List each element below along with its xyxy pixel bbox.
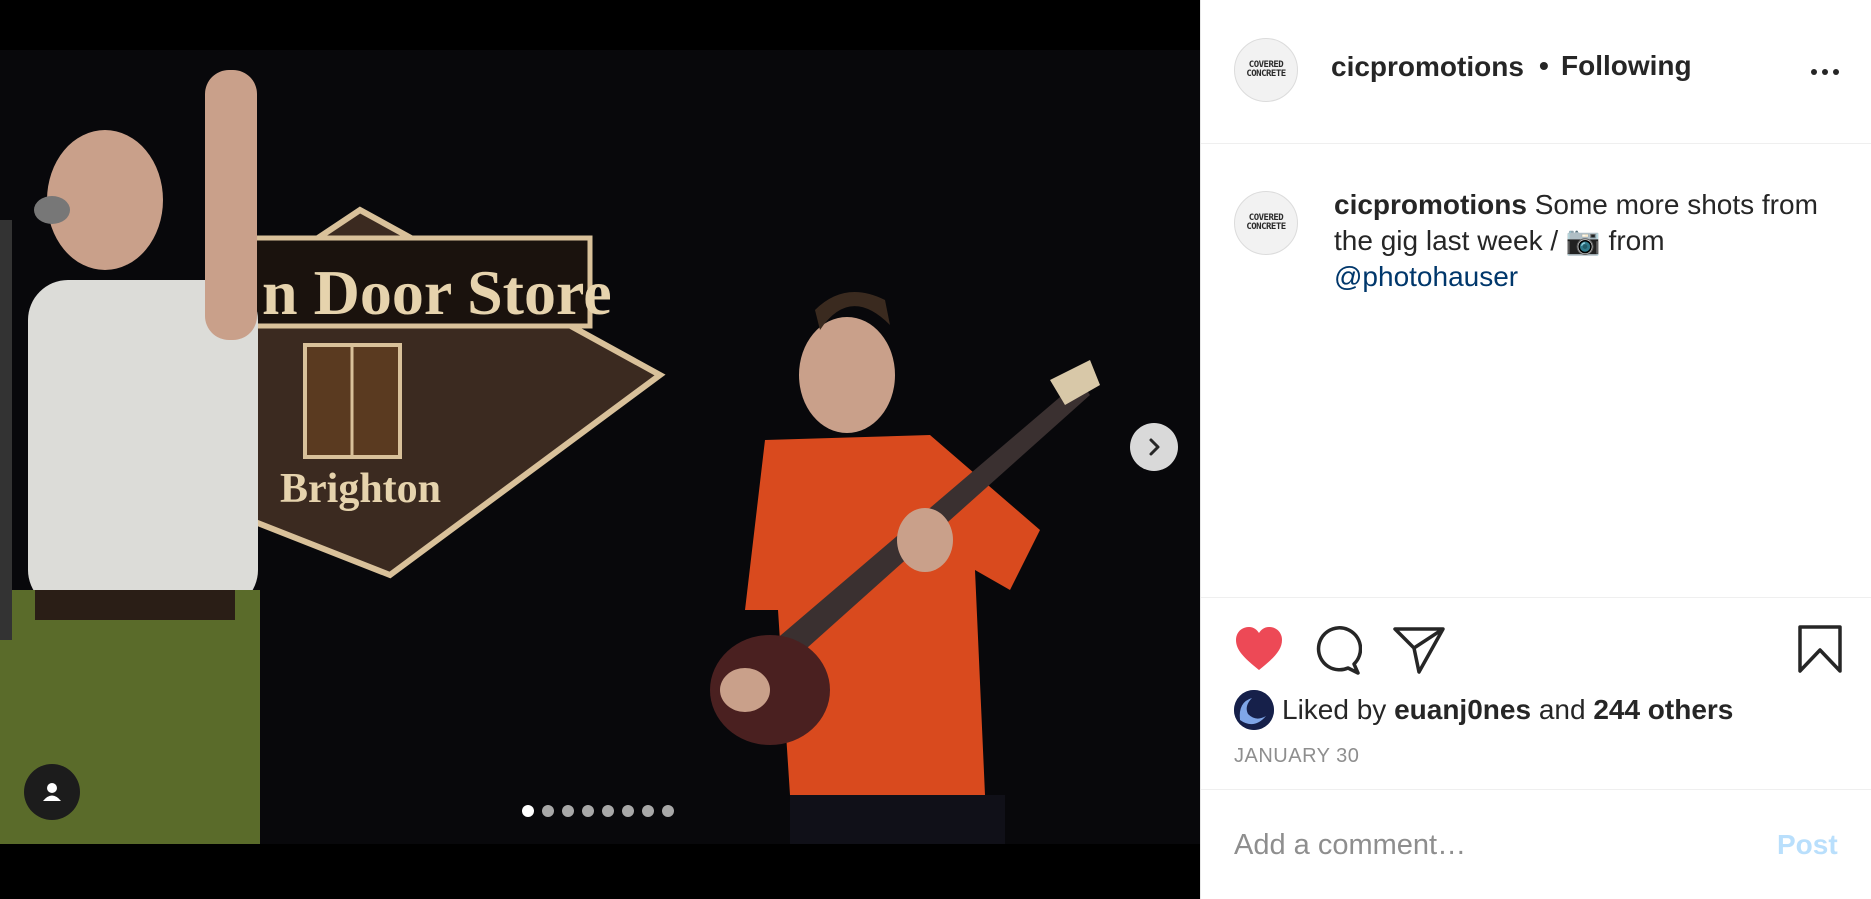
liker-username[interactable]: euanj0nes: [1394, 694, 1531, 726]
slide-dot: [622, 805, 634, 817]
next-slide-button[interactable]: [1130, 423, 1178, 471]
more-icon-dot: [1822, 69, 1828, 75]
slide-dot: [602, 805, 614, 817]
separator-dot: •: [1539, 50, 1549, 81]
slide-dot: [542, 805, 554, 817]
comment-icon: [1316, 626, 1363, 675]
bookmark-icon: [1798, 625, 1842, 673]
liked-by-prefix: Liked by: [1282, 694, 1387, 725]
slide-dot: [662, 805, 674, 817]
like-button[interactable]: [1234, 626, 1284, 677]
caption-author-avatar[interactable]: COVERED CONCRETE: [1234, 191, 1298, 255]
heart-icon: [1236, 627, 1282, 670]
more-icon-dot: [1833, 69, 1839, 75]
chevron-right-icon: [1149, 438, 1160, 456]
following-button[interactable]: Following: [1561, 50, 1692, 82]
avatar-logo-text: COVERED CONCRETE: [1246, 60, 1286, 79]
post-header: COVERED CONCRETE cicpromotions • Followi…: [1201, 0, 1871, 144]
comment-bar: Post: [1201, 789, 1871, 899]
post-media: n Door Store Brighton: [0, 0, 1200, 899]
more-icon-dot: [1811, 69, 1817, 75]
comment-button[interactable]: [1312, 626, 1363, 681]
share-button[interactable]: [1393, 626, 1445, 679]
post-photo[interactable]: n Door Store Brighton: [0, 50, 1200, 844]
post-actions: Liked by euanj0nes and 244 others JANUAR…: [1201, 597, 1871, 789]
avatar-logo-text: COVERED CONCRETE: [1246, 213, 1286, 232]
post-sidebar: COVERED CONCRETE cicpromotions • Followi…: [1200, 0, 1871, 899]
more-options-button[interactable]: [1805, 58, 1845, 86]
slide-dot: [562, 805, 574, 817]
post-date[interactable]: JANUARY 30: [1234, 745, 1359, 768]
send-icon: [1393, 627, 1445, 674]
slide-dot: [582, 805, 594, 817]
post-caption: cicpromotions Some more shots from the g…: [1334, 187, 1844, 295]
caption-mention-link[interactable]: @photohauser: [1334, 261, 1518, 292]
author-username[interactable]: cicpromotions: [1331, 51, 1524, 83]
sign-text-bottom: Brighton: [280, 466, 441, 512]
liked-by-conjunction: and: [1538, 694, 1586, 725]
slide-dot: [642, 805, 654, 817]
liker-avatar[interactable]: [1234, 690, 1274, 730]
slide-indicator: [522, 805, 674, 817]
tagged-users-button[interactable]: [24, 764, 80, 820]
slide-dot: [522, 805, 534, 817]
save-button[interactable]: [1797, 624, 1843, 679]
liker-avatar-image: [1234, 690, 1274, 730]
concert-photo: n Door Store Brighton: [0, 50, 1200, 844]
sign-text-top: n Door Store: [262, 257, 612, 328]
user-icon: [43, 783, 61, 801]
comment-input[interactable]: [1234, 820, 1734, 870]
likes-others-link[interactable]: 244 others: [1593, 694, 1733, 726]
post-comment-button[interactable]: Post: [1777, 829, 1838, 861]
caption-area: COVERED CONCRETE cicpromotions Some more…: [1201, 145, 1871, 597]
likes-summary: Liked by euanj0nes and 244 others: [1234, 690, 1733, 730]
author-avatar[interactable]: COVERED CONCRETE: [1234, 38, 1298, 102]
caption-username[interactable]: cicpromotions: [1334, 189, 1527, 220]
